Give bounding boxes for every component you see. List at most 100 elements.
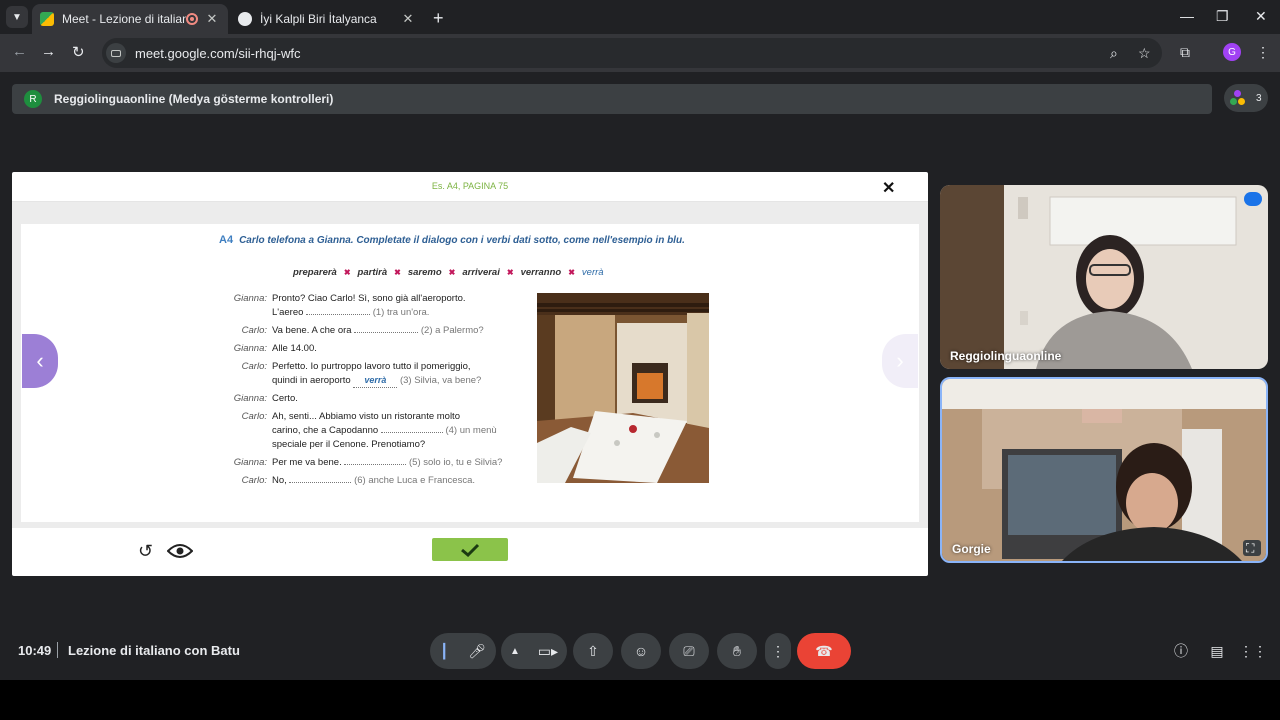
profile-avatar[interactable]: G [1223, 43, 1241, 61]
answer-blank[interactable] [289, 474, 352, 483]
close-tab-icon[interactable]: ✕ [400, 11, 416, 27]
people-icon [1230, 90, 1246, 106]
exercise-page: A4 Carlo telefona a Gianna. Completate il… [21, 224, 919, 522]
reload-icon[interactable]: ↻ [72, 43, 85, 61]
tab-chatgpt[interactable]: İyi Kalpli Biri İtalyanca ✕ [230, 4, 424, 34]
participant-name: Gorgie [952, 542, 991, 556]
dialogue-text: quindi in aeroporto [272, 375, 351, 386]
speaker-label: Gianna: [233, 457, 267, 468]
participant-tile[interactable]: Reggiolinguaonline [940, 185, 1268, 369]
chat-icon[interactable]: ▤ [1207, 641, 1227, 661]
dialogue-line: Ah, senti... Abbiamo visto un ristorante… [272, 411, 460, 422]
speaker-label: Carlo: [241, 325, 267, 336]
verb-list: preparerà ✖ partirà ✖ saremo ✖ arriverai ✖ v… [293, 267, 604, 278]
exercise-title: Es. A4, PAGINA 75 [431, 181, 509, 191]
presenter-avatar: R [24, 90, 42, 108]
dialogue-line: Alle 14.00. [272, 343, 317, 354]
tab-search-button[interactable]: ▼ [6, 6, 28, 28]
activities-icon[interactable]: ⋮⋮ [1239, 641, 1267, 661]
crop-icon[interactable]: ⛶ [1246, 541, 1254, 556]
dialogue-line: quindi in aeroporto verrà (3) Silvia, va… [272, 374, 481, 388]
microphone-icon[interactable]: 🎤︎ [468, 643, 486, 660]
hand-icon: ✋︎ [733, 642, 741, 659]
more-options-button[interactable]: ⋮ [765, 633, 791, 669]
separator-icon: ✖ [448, 268, 456, 277]
present-icon: ⇧ [587, 642, 599, 659]
dialogue-text: Va bene. A che ora [272, 325, 352, 336]
restaurant-photo [537, 293, 709, 483]
dialogue-line: speciale per il Cenone. Prenotiamo? [272, 439, 426, 450]
divider [57, 642, 58, 658]
separator-icon: ✖ [568, 268, 575, 277]
verb-item: verranno [520, 267, 562, 278]
close-tab-icon[interactable]: ✕ [204, 11, 220, 27]
verb-item-example: verrà [581, 267, 604, 278]
dialogue-line: carino, che a Capodanno (4) un menù [272, 424, 497, 437]
answer-blank[interactable] [354, 324, 419, 333]
address-bar[interactable]: meet.google.com/sii-rhqj-wfc ⌕ ☆ [102, 38, 1162, 68]
browser-tab-bar: ▼ Meet - Lezione di italiano c ✕ İyi Kal… [0, 0, 1280, 34]
answer-blank[interactable] [306, 306, 371, 315]
speaker-label: Gianna: [233, 293, 267, 304]
restore-icon[interactable]: ❐ [1216, 8, 1229, 25]
browser-toolbar: ← → ↻ meet.google.com/sii-rhqj-wfc ⌕ ☆ ⧉… [0, 34, 1280, 72]
exercise-instruction: A4 Carlo telefona a Gianna. Completate il… [219, 234, 685, 246]
leave-call-button[interactable]: ☎ [797, 633, 851, 669]
verb-item: arriverai [462, 267, 500, 278]
chevron-up-icon[interactable]: ▲ [510, 646, 520, 657]
present-screen-button[interactable]: ⇧ [573, 633, 613, 669]
dialogue-line: Pronto? Ciao Carlo! Sì, sono già all'aer… [272, 293, 466, 304]
meeting-name: Lezione di italiano con Batu [68, 643, 240, 658]
close-window-icon[interactable]: ✕ [1255, 8, 1267, 25]
presenter-banner[interactable]: R Reggiolinguaonline (Medya gösterme kon… [12, 84, 1212, 114]
next-page-button[interactable]: › [882, 334, 918, 388]
participant-tile-self[interactable]: Gorgie ⛶ [940, 377, 1268, 563]
dialogue-text: Per me va bene. [272, 457, 342, 468]
reset-icon[interactable]: ↺ [138, 541, 153, 562]
chevron-left-icon: ‹ [36, 348, 44, 373]
speaker-label: Carlo: [241, 361, 267, 372]
tab-meet[interactable]: Meet - Lezione di italiano c ✕ [32, 4, 228, 34]
camera-icon[interactable]: ▭▸ [538, 643, 558, 660]
dialogue-line: Va bene. A che ora (2) a Palermo? [272, 324, 484, 337]
exercise-code: A4 [219, 234, 234, 246]
new-tab-icon[interactable]: + [433, 8, 444, 29]
divider [12, 202, 928, 224]
captions-button[interactable]: ⎚ [669, 633, 709, 669]
forward-icon[interactable]: → [41, 43, 56, 60]
participant-video [942, 379, 1266, 561]
meeting-time: 10:49 [18, 643, 52, 658]
dialogue-text: L'aereo [272, 307, 304, 318]
speaker-label: Carlo: [241, 475, 267, 486]
emoji-icon: ☺ [633, 643, 649, 659]
instruction-text: Carlo telefona a Gianna. Completate il d… [239, 235, 685, 246]
answer-blank[interactable] [380, 424, 443, 433]
speaker-label: Carlo: [241, 411, 267, 422]
chevron-right-icon: › [896, 348, 904, 373]
zoom-icon[interactable]: ⌕ [1110, 45, 1118, 62]
audio-controls: ┃ 🎤︎ [430, 633, 496, 669]
raise-hand-button[interactable]: ✋︎ [717, 633, 757, 669]
back-icon[interactable]: ← [12, 43, 27, 60]
reactions-button[interactable]: ☺ [621, 633, 661, 669]
speaker-label: Gianna: [233, 393, 267, 404]
example-answer: verrà [353, 374, 398, 388]
site-info-icon[interactable] [106, 43, 126, 63]
participant-name: Reggiolinguaonline [950, 349, 1062, 363]
meeting-details-icon[interactable]: ⓘ [1171, 641, 1191, 661]
answer-blank[interactable] [344, 456, 407, 465]
participants-button[interactable]: 3 [1224, 84, 1268, 112]
speaker-label: Gianna: [233, 343, 267, 354]
chatgpt-favicon-icon [238, 12, 252, 26]
dialogue-text: (4) un menù [445, 425, 497, 436]
tab-title: Meet - Lezione di italiano c [62, 12, 186, 26]
audio-level-icon: ┃ [439, 642, 449, 659]
show-answers-eye-icon[interactable] [166, 543, 194, 559]
menu-icon[interactable]: ⋮ [1256, 44, 1270, 61]
dialogue-line: No, (6) anche Luca e Francesca. [272, 474, 475, 487]
minimize-icon[interactable]: — [1180, 8, 1194, 24]
close-icon[interactable]: ✕ [882, 178, 895, 198]
check-answers-button[interactable] [432, 538, 508, 561]
bookmark-star-icon[interactable]: ☆ [1138, 45, 1151, 62]
extensions-icon[interactable]: ⧉ [1180, 44, 1190, 61]
